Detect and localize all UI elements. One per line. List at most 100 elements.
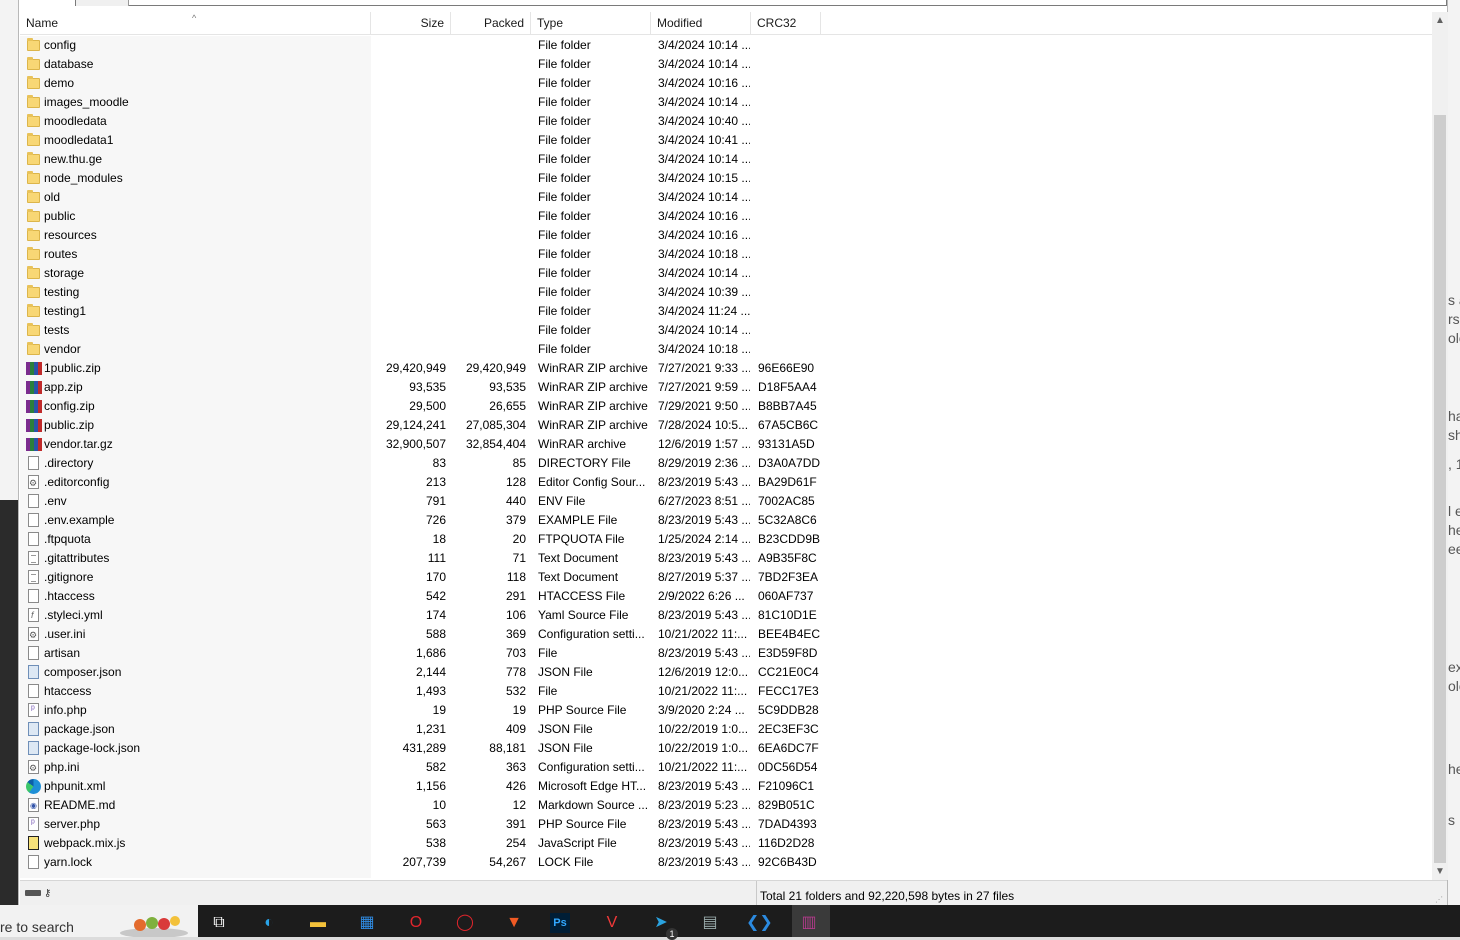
file-row[interactable]: composer.json 2,144 778 JSON File 12/6/2019 … — [20, 663, 840, 682]
file-row[interactable]: .htaccess 542 291 HTACCESS File 2/9/2022 6:2… — [20, 587, 840, 606]
file-row[interactable]: htaccess 1,493 532 File 10/21/2022 11:... FEC… — [20, 682, 840, 701]
file-row[interactable]: testing File folder 3/4/2024 10:39 ... — [20, 283, 840, 302]
file-type: File folder — [538, 38, 591, 52]
file-row[interactable]: vendor File folder 3/4/2024 10:18 ... — [20, 340, 840, 359]
file-row[interactable]: yarn.lock 207,739 54,267 LOCK File 8/23/2019… — [20, 853, 840, 872]
resize-grip-icon[interactable]: ⋰ — [1435, 895, 1443, 904]
calculator-icon[interactable]: ▤ — [697, 910, 723, 936]
taskbar-search-box[interactable]: re to search — [0, 905, 198, 937]
file-row[interactable]: .ftpquota 18 20 FTPQUOTA File 1/25/2024 2:14… — [20, 530, 840, 549]
column-name-header[interactable]: Name ^ — [20, 12, 371, 34]
file-packed-size — [452, 226, 526, 245]
photoshop-icon[interactable]: Ps — [550, 913, 570, 933]
file-row[interactable]: phpunit.xml 1,156 426 Microsoft Edge HT... 8… — [20, 777, 840, 796]
background-text-fragment: , 1: — [1448, 456, 1460, 472]
file-row[interactable]: images_moodle File folder 3/4/2024 10:14 .… — [20, 93, 840, 112]
file-row[interactable]: .user.ini 588 369 Configuration setti... 10/… — [20, 625, 840, 644]
address-up-button[interactable] — [76, 0, 129, 6]
file-crc: 5C9DDB28 — [758, 703, 819, 717]
scroll-down-arrow-icon[interactable]: ▼ — [1432, 863, 1448, 880]
json-file-icon — [26, 740, 42, 757]
vscode-icon[interactable]: ❮❯ — [746, 910, 773, 936]
column-crc-header[interactable]: CRC32 — [751, 12, 821, 34]
scrollbar-thumb[interactable] — [1434, 115, 1446, 863]
edge-icon[interactable]: ◐ — [256, 910, 282, 936]
file-row[interactable]: resources File folder 3/4/2024 10:16 ... — [20, 226, 840, 245]
telegram-icon[interactable]: ➤ 1 — [648, 910, 678, 940]
file-row[interactable]: .gitignore 170 118 Text Document 8/27/2019 5… — [20, 568, 840, 587]
file-size: 170 — [425, 570, 446, 584]
file-name: demo — [44, 76, 75, 90]
php-file-icon — [26, 702, 42, 719]
file-row[interactable]: public.zip 29,124,241 27,085,304 WinRAR ZIP… — [20, 416, 840, 435]
file-row[interactable]: .styleci.yml 174 106 Yaml Source File 8/23/2… — [20, 606, 840, 625]
file-row[interactable]: storage File folder 3/4/2024 10:14 ... — [20, 264, 840, 283]
task-view-icon[interactable]: ⧉ — [206, 910, 232, 936]
winrar-icon[interactable]: ▥ — [796, 910, 822, 936]
opera-gx-icon[interactable]: ◯ — [452, 910, 478, 936]
file-row[interactable]: moodledata1 File folder 3/4/2024 10:41 ... — [20, 131, 840, 150]
opera-icon[interactable]: O — [403, 910, 429, 936]
brave-icon[interactable]: ▼ — [501, 910, 527, 936]
file-row[interactable]: info.php 19 19 PHP Source File 3/9/2020 2:24… — [20, 701, 840, 720]
file-explorer-icon[interactable]: ▬ — [305, 910, 331, 936]
file-row[interactable]: old File folder 3/4/2024 10:14 ... — [20, 188, 840, 207]
file-row[interactable]: config.zip 29,500 26,655 WinRAR ZIP archive… — [20, 397, 840, 416]
winrar-icon — [26, 417, 42, 434]
file-row[interactable]: config File folder 3/4/2024 10:14 ... — [20, 36, 840, 55]
vivaldi-icon[interactable]: V — [599, 910, 625, 936]
vertical-scrollbar[interactable]: ▲ ▼ — [1432, 12, 1448, 880]
file-row[interactable]: node_modules File folder 3/4/2024 10:15 ..… — [20, 169, 840, 188]
file-row[interactable]: .env 791 440 ENV File 6/27/2023 8:51 ... 7002… — [20, 492, 840, 511]
folder-icon — [26, 113, 42, 130]
file-row[interactable]: 1public.zip 29,420,949 29,420,949 WinRAR ZI… — [20, 359, 840, 378]
folder-icon — [26, 284, 42, 301]
file-row[interactable]: webpack.mix.js 538 254 JavaScript File 8/23/… — [20, 834, 840, 853]
file-row[interactable]: artisan 1,686 703 File 8/23/2019 5:43 ... E3D… — [20, 644, 840, 663]
file-row[interactable]: database File folder 3/4/2024 10:14 ... — [20, 55, 840, 74]
file-row[interactable]: moodledata File folder 3/4/2024 10:40 ... — [20, 112, 840, 131]
file-size — [372, 55, 446, 74]
file-row[interactable]: .directory 83 85 DIRECTORY File 8/29/2019 2:… — [20, 454, 840, 473]
file-row[interactable]: README.md 10 12 Markdown Source ... 8/23/201… — [20, 796, 840, 815]
file-row[interactable]: php.ini 582 363 Configuration setti... 10/21… — [20, 758, 840, 777]
scroll-up-arrow-icon[interactable]: ▲ — [1432, 12, 1448, 29]
file-name: .editorconfig — [44, 475, 110, 489]
key-icon[interactable]: ⚷ — [44, 888, 51, 899]
file-modified: 3/4/2024 10:41 ... — [658, 133, 750, 147]
file-row[interactable]: app.zip 93,535 93,535 WinRAR ZIP archive 7/2… — [20, 378, 840, 397]
file-type: File folder — [538, 190, 591, 204]
file-row[interactable]: package-lock.json 431,289 88,181 JSON File 1… — [20, 739, 840, 758]
file-type: Configuration setti... — [538, 760, 645, 774]
file-row[interactable]: .editorconfig 213 128 Editor Config Sour...… — [20, 473, 840, 492]
file-row[interactable]: server.php 563 391 PHP Source File 8/23/2019… — [20, 815, 840, 834]
column-modified-header[interactable]: Modified — [651, 12, 751, 34]
file-row[interactable]: new.thu.ge File folder 3/4/2024 10:14 ... — [20, 150, 840, 169]
file-name: database — [44, 57, 94, 71]
store-icon[interactable]: ▦ — [354, 910, 380, 936]
file-row[interactable]: testing1 File folder 3/4/2024 11:24 ... — [20, 302, 840, 321]
file-packed-size: 426 — [505, 779, 526, 793]
column-type-header[interactable]: Type — [531, 12, 651, 34]
file-row[interactable]: routes File folder 3/4/2024 10:18 ... — [20, 245, 840, 264]
file-name: moodledata — [44, 114, 107, 128]
file-crc: CC21E0C4 — [758, 665, 819, 679]
file-row[interactable]: tests File folder 3/4/2024 10:14 ... — [20, 321, 840, 340]
drive-icon[interactable] — [25, 890, 41, 896]
background-text-fragment: olo — [1448, 330, 1460, 346]
address-bar[interactable] — [75, 0, 1447, 6]
file-packed-size: 391 — [505, 817, 526, 831]
column-size-header[interactable]: Size — [371, 12, 451, 34]
file-crc: 7DAD4393 — [758, 817, 817, 831]
file-size: 10 — [432, 798, 446, 812]
file-row[interactable]: public File folder 3/4/2024 10:16 ... — [20, 207, 840, 226]
column-packed-header[interactable]: Packed — [451, 12, 531, 34]
file-packed-size — [452, 93, 526, 112]
file-row[interactable]: package.json 1,231 409 JSON File 10/22/2019 … — [20, 720, 840, 739]
file-row[interactable]: .gitattributes 111 71 Text Document 8/23/201… — [20, 549, 840, 568]
file-list[interactable]: config File folder 3/4/2024 10:14 ... datab… — [20, 36, 1432, 878]
folder-icon — [26, 189, 42, 206]
file-row[interactable]: .env.example 726 379 EXAMPLE File 8/23/2019 … — [20, 511, 840, 530]
file-row[interactable]: vendor.tar.gz 32,900,507 32,854,404 WinRAR … — [20, 435, 840, 454]
file-row[interactable]: demo File folder 3/4/2024 10:16 ... — [20, 74, 840, 93]
